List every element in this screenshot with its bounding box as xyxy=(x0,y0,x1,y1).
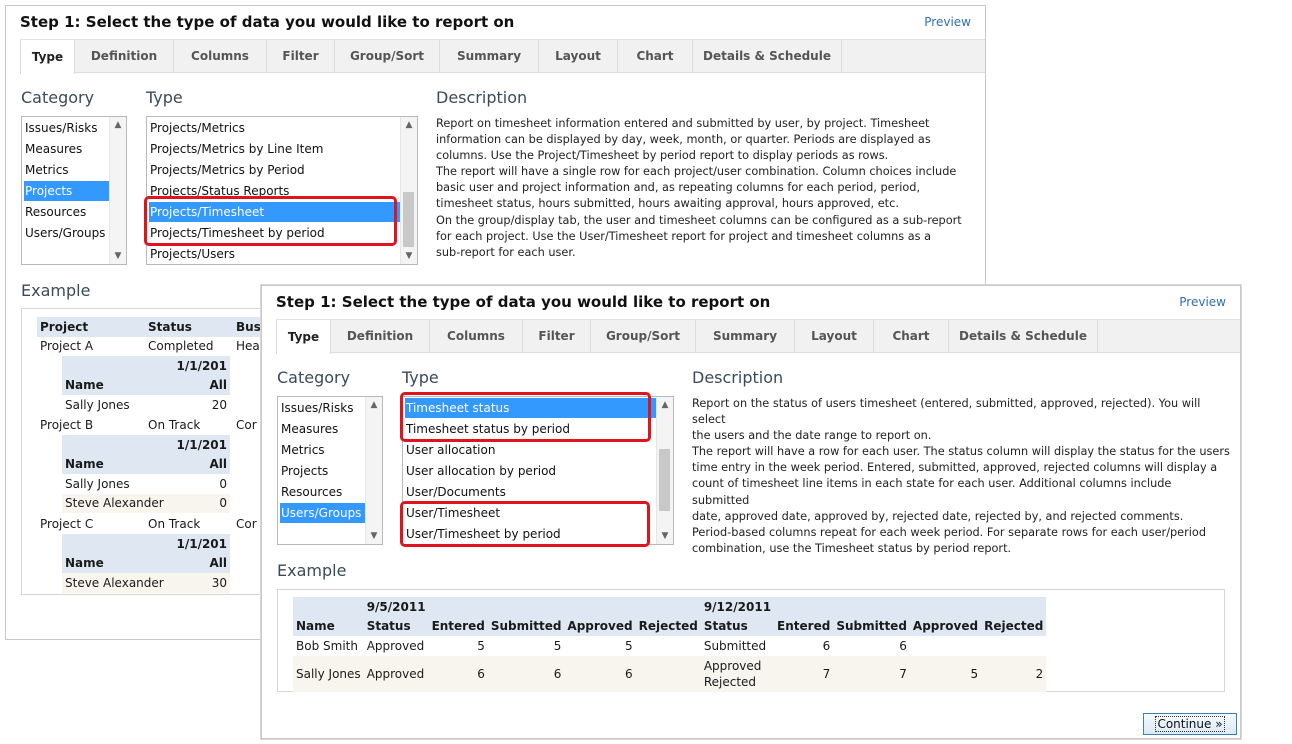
tab-layout[interactable]: Layout xyxy=(539,40,618,72)
type-scrollbar[interactable]: ▲ ▼ xyxy=(656,397,673,544)
category-item-resources[interactable]: Resources xyxy=(24,202,110,222)
type-label: Type xyxy=(146,88,183,107)
tab-definition[interactable]: Definition xyxy=(75,40,174,72)
tab-filter[interactable]: Filter xyxy=(267,40,335,72)
category-scrollbar[interactable]: ▲ ▼ xyxy=(109,117,126,264)
preview-link[interactable]: Preview xyxy=(1179,295,1226,309)
highlight-annotation xyxy=(144,196,397,246)
category-listbox[interactable]: Issues/Risks Measures Metrics Projects R… xyxy=(21,116,127,265)
tab-bar: Type Definition Columns Filter Group/Sor… xyxy=(276,319,1240,354)
example-table: 9/5/2011 9/12/2011 Name Status Entered S… xyxy=(293,597,1047,692)
example-box: Project Status Bus Project A Completed Hea 1… xyxy=(21,308,273,595)
tab-group-sort[interactable]: Group/Sort xyxy=(591,320,696,352)
category-item-projects[interactable]: Projects xyxy=(280,461,366,481)
category-item-resources[interactable]: Resources xyxy=(280,482,366,502)
table-row: Sally Jones Approved 6 6 6 Approved Rejec… xyxy=(293,655,1047,692)
scroll-up-icon[interactable]: ▲ xyxy=(110,117,126,133)
type-scrollbar[interactable]: ▲ ▼ xyxy=(400,117,417,264)
example-label: Example xyxy=(277,561,347,580)
example-label: Example xyxy=(21,281,91,300)
category-label: Category xyxy=(21,88,95,107)
scroll-down-icon[interactable]: ▼ xyxy=(366,528,382,544)
tab-columns[interactable]: Columns xyxy=(174,40,267,72)
highlight-annotation xyxy=(400,501,650,547)
tab-chart[interactable]: Chart xyxy=(618,40,693,72)
continue-button[interactable]: Continue » xyxy=(1143,713,1237,735)
tab-details-schedule[interactable]: Details & Schedule xyxy=(693,40,842,72)
report-wizard-front: Step 1: Select the type of data you woul… xyxy=(261,285,1241,739)
tab-type[interactable]: Type xyxy=(276,320,331,354)
description-text: Report on timesheet information entered … xyxy=(436,117,962,259)
tab-definition[interactable]: Definition xyxy=(331,320,430,352)
tab-group-sort[interactable]: Group/Sort xyxy=(335,40,440,72)
type-label: Type xyxy=(402,368,439,387)
highlight-annotation xyxy=(400,392,651,442)
scroll-down-icon[interactable]: ▼ xyxy=(657,528,673,544)
step-title: Step 1: Select the type of data you woul… xyxy=(276,293,771,311)
type-item-projects-users[interactable]: Projects/Users xyxy=(149,244,401,264)
table-row: Bob Smith Approved 5 5 5 Submitted 6 6 xyxy=(296,638,907,653)
category-item-metrics[interactable]: Metrics xyxy=(24,160,110,180)
scroll-up-icon[interactable]: ▲ xyxy=(401,117,417,133)
tab-details-schedule[interactable]: Details & Schedule xyxy=(949,320,1098,352)
category-item-measures[interactable]: Measures xyxy=(24,139,110,159)
tab-columns[interactable]: Columns xyxy=(430,320,523,352)
scroll-down-icon[interactable]: ▼ xyxy=(401,248,417,264)
category-label: Category xyxy=(277,368,351,387)
type-item-user-allocation[interactable]: User allocation xyxy=(405,440,657,460)
example-table: Project Status Bus Project A Completed Hea xyxy=(37,317,269,356)
tab-summary[interactable]: Summary xyxy=(440,40,539,72)
category-item-projects[interactable]: Projects xyxy=(24,181,110,201)
category-item-users-groups[interactable]: Users/Groups xyxy=(280,503,366,523)
preview-link[interactable]: Preview xyxy=(924,15,971,29)
tab-filter[interactable]: Filter xyxy=(523,320,591,352)
tab-summary[interactable]: Summary xyxy=(696,320,795,352)
category-scrollbar[interactable]: ▲ ▼ xyxy=(365,397,382,544)
category-item-issues-risks[interactable]: Issues/Risks xyxy=(280,398,366,418)
tab-type[interactable]: Type xyxy=(20,40,75,74)
scroll-up-icon[interactable]: ▲ xyxy=(366,397,382,413)
tab-chart[interactable]: Chart xyxy=(874,320,949,352)
category-item-metrics[interactable]: Metrics xyxy=(280,440,366,460)
tab-bar: Type Definition Columns Filter Group/Sor… xyxy=(20,39,985,74)
step-title: Step 1: Select the type of data you woul… xyxy=(20,13,515,31)
tab-layout[interactable]: Layout xyxy=(795,320,874,352)
description-text: Report on the status of users timesheet … xyxy=(692,397,1230,555)
category-listbox[interactable]: Issues/Risks Measures Metrics Projects R… xyxy=(277,396,383,545)
category-item-issues-risks[interactable]: Issues/Risks xyxy=(24,118,110,138)
example-box: 9/5/2011 9/12/2011 Name Status Entered S… xyxy=(277,589,1225,692)
description-label: Description xyxy=(436,88,528,107)
scroll-thumb[interactable] xyxy=(403,192,414,247)
type-item-projects-metrics-line-item[interactable]: Projects/Metrics by Line Item xyxy=(149,139,401,159)
scroll-thumb[interactable] xyxy=(659,449,670,511)
type-item-user-documents[interactable]: User/Documents xyxy=(405,482,657,502)
scroll-up-icon[interactable]: ▲ xyxy=(657,397,673,413)
type-item-projects-metrics[interactable]: Projects/Metrics xyxy=(149,118,401,138)
type-item-projects-metrics-period[interactable]: Projects/Metrics by Period xyxy=(149,160,401,180)
type-item-user-allocation-period[interactable]: User allocation by period xyxy=(405,461,657,481)
description-label: Description xyxy=(692,368,784,387)
category-item-users-groups[interactable]: Users/Groups xyxy=(24,223,110,243)
category-item-measures[interactable]: Measures xyxy=(280,419,366,439)
scroll-down-icon[interactable]: ▼ xyxy=(110,248,126,264)
